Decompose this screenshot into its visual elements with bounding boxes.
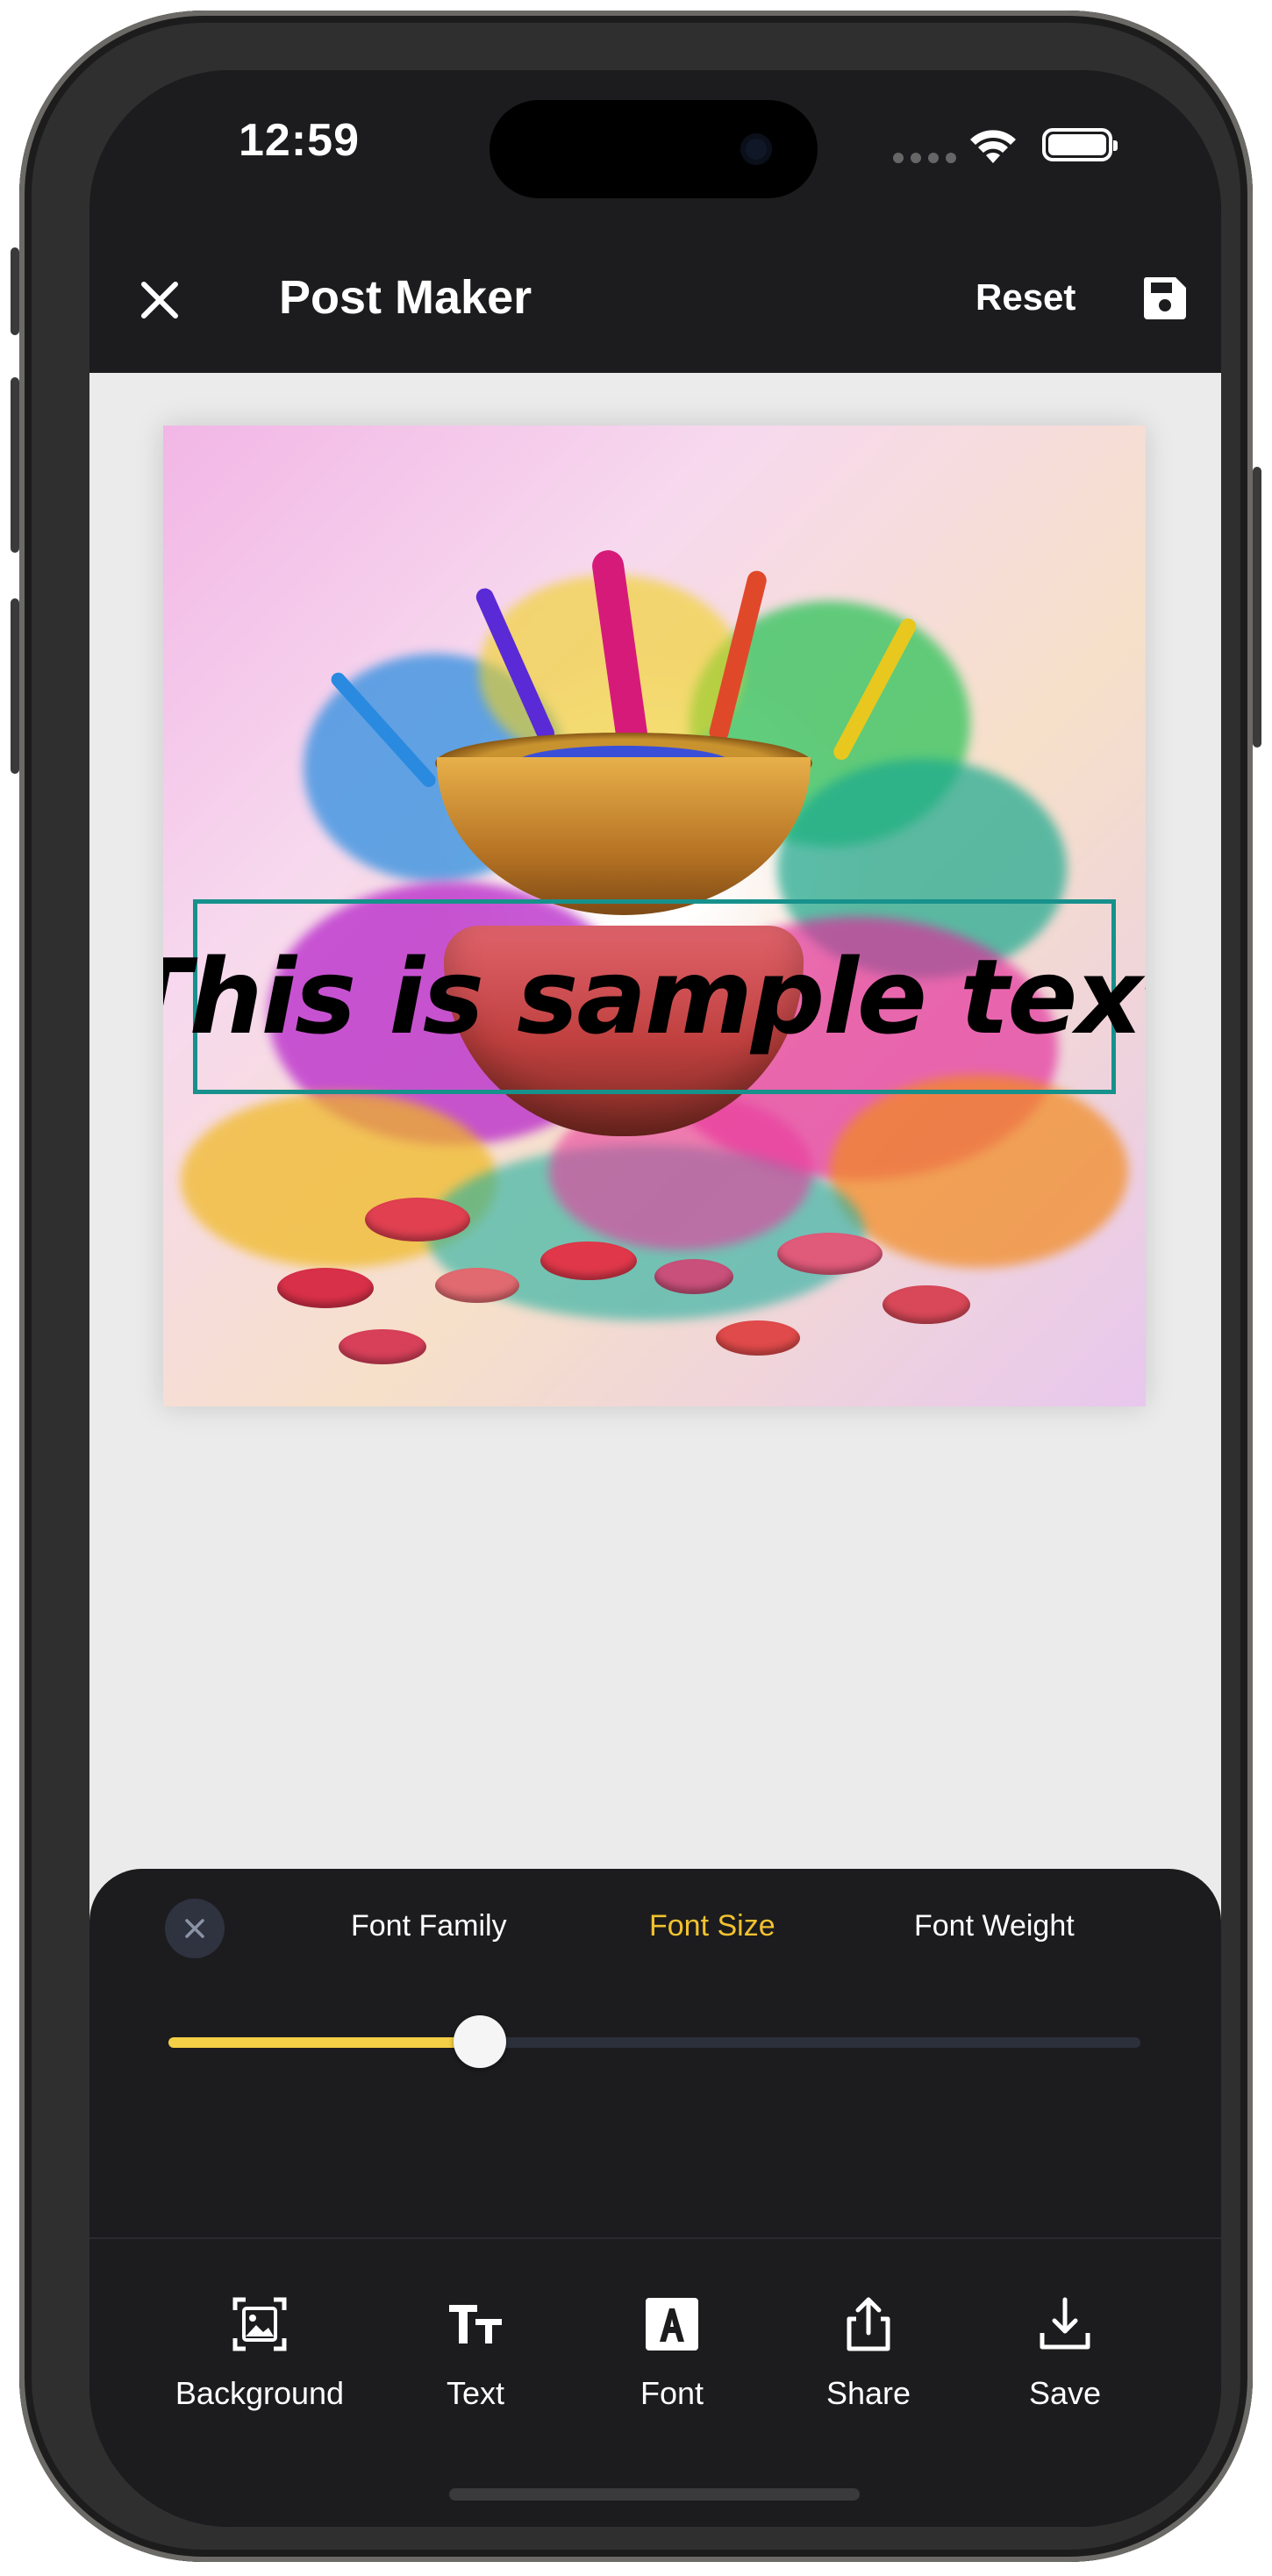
splash	[830, 1075, 1128, 1268]
save-tool-button[interactable]: Save	[968, 2294, 1161, 2412]
color-dish	[339, 1329, 426, 1364]
color-dish	[277, 1268, 374, 1308]
close-icon[interactable]	[133, 274, 186, 326]
background-tool-button[interactable]: Background	[163, 2294, 356, 2412]
reset-button[interactable]: Reset	[975, 276, 1075, 318]
color-dish	[883, 1285, 970, 1324]
font-size-slider[interactable]	[168, 2015, 1140, 2068]
color-dish	[716, 1320, 800, 1356]
camera-icon	[740, 133, 772, 165]
tab-font-family[interactable]: Font Family	[351, 1909, 507, 1943]
close-icon	[185, 1919, 204, 1938]
text-tool-button[interactable]: Text	[379, 2294, 572, 2412]
canvas-area: This is sample text	[89, 373, 1221, 1935]
phone-frame: 12:59 Post Maker Reset This is sample te…	[11, 11, 1261, 2562]
color-dish	[365, 1198, 470, 1241]
color-dish	[777, 1233, 883, 1275]
power-button	[1253, 467, 1261, 748]
mute-switch	[11, 247, 19, 335]
text-tool-label: Text	[446, 2375, 505, 2411]
status-time: 12:59	[239, 115, 360, 166]
font-size-slider-fill	[168, 2037, 480, 2048]
save-tool-label: Save	[1028, 2375, 1102, 2411]
tab-font-weight[interactable]: Font Weight	[914, 1909, 1075, 1943]
floppy-disk-icon[interactable]	[1140, 274, 1190, 323]
font-tool-button[interactable]: Font	[575, 2294, 768, 2412]
font-options-panel: Font Family Font Size Font Weight Backgr…	[89, 1869, 1221, 2527]
wifi-icon	[970, 130, 1016, 163]
color-dish	[654, 1259, 733, 1294]
home-indicator[interactable]	[449, 2488, 860, 2501]
battery-icon	[1042, 128, 1118, 161]
color-dish	[540, 1241, 637, 1280]
panel-close-button[interactable]	[165, 1899, 225, 1958]
text-size-icon	[449, 2305, 502, 2343]
share-icon	[847, 2297, 890, 2351]
background-image-icon	[232, 2297, 287, 2351]
app-header: Post Maker Reset	[89, 228, 1221, 373]
page-title: Post Maker	[279, 271, 532, 324]
color-dish	[435, 1268, 519, 1303]
share-tool-label: Share	[825, 2375, 911, 2411]
volume-down-button	[11, 598, 19, 774]
background-tool-label: Background	[175, 2375, 345, 2411]
signal-dots-icon	[893, 153, 956, 163]
screen: 12:59 Post Maker Reset This is sample te…	[89, 70, 1221, 2527]
font-tool-label: Font	[640, 2375, 704, 2411]
dynamic-island	[490, 100, 818, 198]
divider	[89, 2237, 1221, 2239]
poster-image[interactable]: This is sample text	[163, 426, 1146, 1406]
share-tool-button[interactable]: Share	[772, 2294, 965, 2412]
text-selection-box[interactable]: This is sample text	[163, 899, 1146, 1094]
status-bar: 12:59	[89, 70, 1221, 228]
font-size-slider-thumb[interactable]	[453, 2015, 506, 2068]
download-icon	[1040, 2297, 1090, 2350]
tab-font-size[interactable]: Font Size	[649, 1909, 775, 1943]
volume-up-button	[11, 377, 19, 553]
font-letter-icon	[646, 2298, 698, 2351]
sample-text[interactable]: This is sample text	[163, 936, 1146, 1057]
